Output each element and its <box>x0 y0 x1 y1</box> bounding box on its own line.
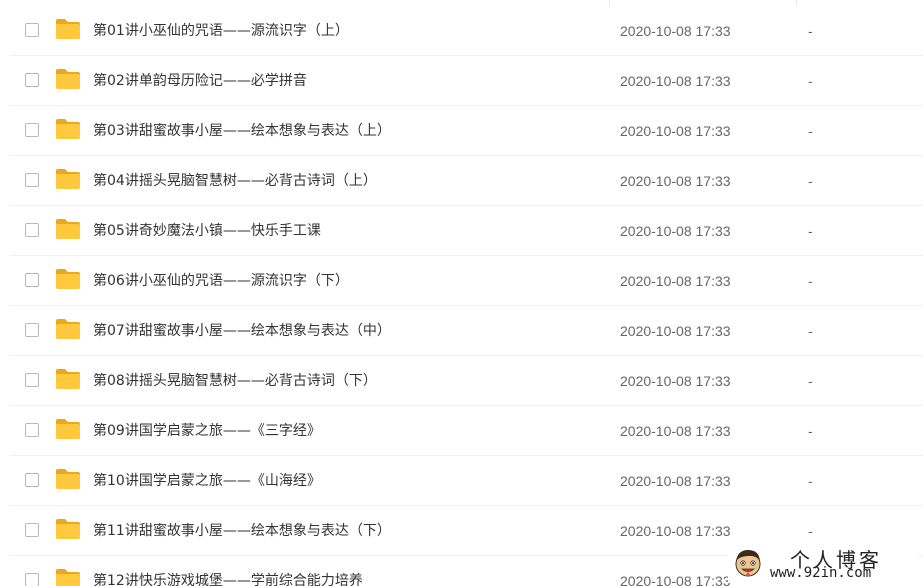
file-list: 第01讲小巫仙的咒语——源流识字（上） 2020-10-08 17:33- 第02讲… <box>0 0 923 586</box>
file-size: - <box>808 123 813 139</box>
file-row[interactable]: 第01讲小巫仙的咒语——源流识字（上） 2020-10-08 17:33 - <box>0 6 923 56</box>
folder-icon[interactable] <box>55 118 81 140</box>
checkbox-icon[interactable] <box>25 273 39 287</box>
modified-date: 2020-10-08 17:33 <box>620 523 731 539</box>
checkbox-icon[interactable] <box>25 223 39 237</box>
file-row[interactable]: 第04讲摇头晃脑智慧树——必背古诗词（上） 2020-10-08 17:33 - <box>0 156 923 206</box>
file-size: - <box>808 273 813 289</box>
modified-date: 2020-10-08 17:33 <box>620 373 731 389</box>
watermark-url: www.92in.com <box>770 565 872 581</box>
checkbox-icon[interactable] <box>25 373 39 387</box>
folder-icon[interactable] <box>55 218 81 240</box>
file-name-link[interactable]: 第05讲奇妙魔法小镇——快乐手工课 <box>93 206 321 256</box>
checkbox-icon[interactable] <box>25 423 39 437</box>
file-row[interactable]: 第10讲国学启蒙之旅——《山海经》 2020-10-08 17:33 - <box>0 456 923 506</box>
file-name-link[interactable]: 第04讲摇头晃脑智慧树——必背古诗词（上） <box>93 156 377 206</box>
checkbox-icon[interactable] <box>25 23 39 37</box>
file-row[interactable]: 第09讲国学启蒙之旅——《三字经》 2020-10-08 17:33 - <box>0 406 923 456</box>
file-name-link[interactable]: 第06讲小巫仙的咒语——源流识字（下） <box>93 256 349 306</box>
file-size: - <box>808 173 813 189</box>
file-row[interactable]: 第06讲小巫仙的咒语——源流识字（下） 2020-10-08 17:33 - <box>0 256 923 306</box>
modified-date: 2020-10-08 17:33 <box>620 573 731 586</box>
file-name-link[interactable]: 第03讲甜蜜故事小屋——绘本想象与表达（上） <box>93 106 391 156</box>
checkbox-icon[interactable] <box>25 123 39 137</box>
folder-icon[interactable] <box>55 268 81 290</box>
file-size: - <box>808 223 813 239</box>
checkbox-icon[interactable] <box>25 323 39 337</box>
file-size: - <box>808 373 813 389</box>
checkbox-icon[interactable] <box>25 573 39 586</box>
modified-date: 2020-10-08 17:33 <box>620 23 731 39</box>
checkbox-icon[interactable] <box>25 523 39 537</box>
file-row[interactable]: 第08讲摇头晃脑智慧树——必背古诗词（下） 2020-10-08 17:33 - <box>0 356 923 406</box>
folder-icon[interactable] <box>55 468 81 490</box>
modified-date: 2020-10-08 17:33 <box>620 73 731 89</box>
file-name-link[interactable]: 第02讲单韵母历险记——必学拼音 <box>93 56 307 106</box>
file-size: - <box>808 323 813 339</box>
file-row[interactable]: 第02讲单韵母历险记——必学拼音 2020-10-08 17:33 - <box>0 56 923 106</box>
file-name-link[interactable]: 第09讲国学启蒙之旅——《三字经》 <box>93 406 321 456</box>
checkbox-icon[interactable] <box>25 473 39 487</box>
site-watermark: 个人博客 www.92in.com <box>728 543 918 583</box>
file-row[interactable]: 第05讲奇妙魔法小镇——快乐手工课 2020-10-08 17:33 - <box>0 206 923 256</box>
checkbox-icon[interactable] <box>25 73 39 87</box>
modified-date: 2020-10-08 17:33 <box>620 223 731 239</box>
modified-date: 2020-10-08 17:33 <box>620 423 731 439</box>
modified-date: 2020-10-08 17:33 <box>620 173 731 189</box>
folder-icon[interactable] <box>55 318 81 340</box>
folder-icon[interactable] <box>55 368 81 390</box>
modified-date: 2020-10-08 17:33 <box>620 123 731 139</box>
folder-icon[interactable] <box>55 568 81 586</box>
folder-icon[interactable] <box>55 168 81 190</box>
file-row[interactable]: 第03讲甜蜜故事小屋——绘本想象与表达（上） 2020-10-08 17:33 - <box>0 106 923 156</box>
modified-date: 2020-10-08 17:33 <box>620 473 731 489</box>
folder-icon[interactable] <box>55 418 81 440</box>
folder-icon[interactable] <box>55 68 81 90</box>
file-name-link[interactable]: 第07讲甜蜜故事小屋——绘本想象与表达（中） <box>93 306 391 356</box>
file-size: - <box>808 473 813 489</box>
file-row[interactable]: 第07讲甜蜜故事小屋——绘本想象与表达（中） 2020-10-08 17:33 - <box>0 306 923 356</box>
folder-icon[interactable] <box>55 518 81 540</box>
file-name-link[interactable]: 第08讲摇头晃脑智慧树——必背古诗词（下） <box>93 356 377 406</box>
file-size: - <box>808 23 813 39</box>
file-size: - <box>808 73 813 89</box>
file-name-link[interactable]: 第12讲快乐游戏城堡——学前综合能力培养 <box>93 556 363 586</box>
file-name-link[interactable]: 第01讲小巫仙的咒语——源流识字（上） <box>93 6 349 56</box>
file-name-link[interactable]: 第11讲甜蜜故事小屋——绘本想象与表达（下） <box>93 506 391 556</box>
file-name-link[interactable]: 第10讲国学启蒙之旅——《山海经》 <box>93 456 321 506</box>
modified-date: 2020-10-08 17:33 <box>620 273 731 289</box>
checkbox-icon[interactable] <box>25 173 39 187</box>
modified-date: 2020-10-08 17:33 <box>620 323 731 339</box>
cartoon-face-icon <box>735 550 761 577</box>
folder-icon[interactable] <box>55 18 81 40</box>
file-size: - <box>808 423 813 439</box>
